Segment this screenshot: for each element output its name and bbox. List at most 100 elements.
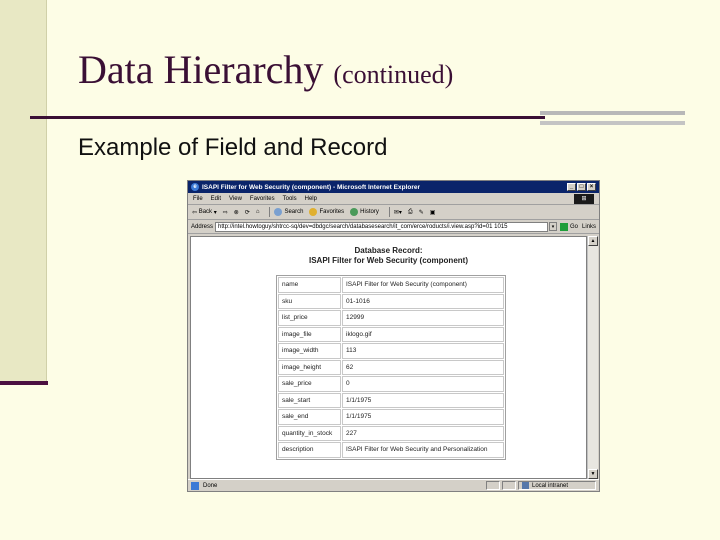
table-row: sale_price 0 bbox=[278, 376, 504, 392]
print-button[interactable]: ⎙ bbox=[408, 209, 413, 216]
table-row: sale_start 1/1/1975 bbox=[278, 392, 504, 408]
history-button[interactable]: History bbox=[350, 208, 379, 216]
security-zone: Local intranet bbox=[518, 481, 596, 490]
go-button[interactable]: Go bbox=[559, 222, 578, 231]
search-icon bbox=[274, 208, 283, 216]
page-done-icon bbox=[191, 481, 199, 490]
menu-bar: File Edit View Favorites Tools Help ⊞ bbox=[188, 193, 599, 205]
field-value-cell: ISAPI Filter for Web Security (component… bbox=[342, 277, 504, 293]
scroll-up-icon[interactable]: ▲ bbox=[588, 236, 598, 246]
security-zone-label: Local intranet bbox=[532, 482, 569, 489]
go-button-label: Go bbox=[569, 223, 578, 230]
history-icon bbox=[350, 208, 359, 216]
table-row: description ISAPI Filter for Web Security… bbox=[278, 442, 504, 458]
title-rule-accent bbox=[540, 111, 685, 115]
record-table: name ISAPI Filter for Web Security (compo… bbox=[276, 275, 506, 460]
back-button-label: Back bbox=[198, 209, 213, 215]
record-name: ISAPI Filter for Web Security (component… bbox=[309, 256, 468, 265]
address-input[interactable]: http://intel.howtoguy/shtrcc-sq/dev=dbdg… bbox=[215, 221, 548, 232]
page-content: Database Record: ISAPI Filter for Web Se… bbox=[190, 236, 587, 479]
search-button-label: Search bbox=[284, 209, 304, 215]
field-value-cell: 1/1/1975 bbox=[342, 392, 504, 408]
field-name-cell: sale_end bbox=[278, 409, 341, 425]
field-value-cell: 62 bbox=[342, 359, 504, 375]
menu-help[interactable]: Help bbox=[305, 196, 317, 202]
status-pane bbox=[486, 481, 500, 490]
back-dropdown-icon: ▾ bbox=[212, 209, 217, 216]
discuss-button[interactable]: ▣ bbox=[430, 209, 436, 216]
edit-button[interactable]: ✎ bbox=[419, 209, 424, 216]
forward-button[interactable]: ⇨ bbox=[223, 209, 228, 216]
discuss-icon: ▣ bbox=[429, 209, 436, 216]
field-name-cell: sale_start bbox=[278, 392, 341, 408]
left-decor-bar bbox=[0, 0, 47, 384]
left-decor-bar-base bbox=[0, 381, 48, 385]
maximize-button[interactable]: □ bbox=[577, 183, 586, 191]
field-name-cell: sku bbox=[278, 293, 341, 309]
menu-file[interactable]: File bbox=[193, 196, 203, 202]
history-button-label: History bbox=[360, 209, 379, 215]
menu-favorites[interactable]: Favorites bbox=[250, 196, 275, 202]
field-value-cell: 0 bbox=[342, 376, 504, 392]
windows-logo-icon: ⊞ bbox=[574, 193, 594, 204]
vertical-scrollbar[interactable]: ▲ ▼ bbox=[587, 236, 598, 479]
stop-icon: ⊗ bbox=[233, 209, 239, 216]
field-name-cell: image_width bbox=[278, 343, 341, 359]
browser-window: e ISAPI Filter for Web Security (compone… bbox=[187, 180, 600, 492]
go-arrow-icon bbox=[559, 222, 568, 231]
field-name-cell: sale_price bbox=[278, 376, 341, 392]
table-row: image_height 62 bbox=[278, 359, 504, 375]
address-bar: Address http://intel.howtoguy/shtrcc-sq/… bbox=[188, 220, 599, 234]
window-titlebar[interactable]: e ISAPI Filter for Web Security (compone… bbox=[188, 181, 599, 193]
toolbar-separator bbox=[388, 207, 390, 217]
refresh-button[interactable]: ⟳ bbox=[245, 209, 250, 216]
field-value-cell: ISAPI Filter for Web Security and Person… bbox=[342, 442, 504, 458]
favorites-button[interactable]: Favorites bbox=[309, 208, 344, 216]
links-button[interactable]: Links bbox=[582, 224, 596, 230]
field-value-cell: 01-1016 bbox=[342, 293, 504, 309]
home-icon: ⌂ bbox=[255, 209, 260, 215]
standard-toolbar: ⇦ Back ▾ ⇨ ⊗ ⟳ ⌂ Search Favorites Histor… bbox=[188, 205, 599, 220]
field-value-cell: 113 bbox=[342, 343, 504, 359]
address-dropdown-button[interactable]: ▾ bbox=[548, 222, 557, 231]
status-main: Done bbox=[191, 481, 484, 490]
slide-title: Data Hierarchy (continued) bbox=[78, 46, 453, 93]
title-rule-accent-lower bbox=[540, 121, 685, 125]
field-value-cell: 1/1/1975 bbox=[342, 409, 504, 425]
field-name-cell: description bbox=[278, 442, 341, 458]
mail-button[interactable]: ✉▾ bbox=[394, 209, 402, 216]
stop-button[interactable]: ⊗ bbox=[234, 209, 239, 216]
field-name-cell: list_price bbox=[278, 310, 341, 326]
status-text: Done bbox=[203, 482, 218, 489]
back-button[interactable]: ⇦ Back ▾ bbox=[192, 209, 217, 216]
menu-edit[interactable]: Edit bbox=[211, 196, 221, 202]
home-button[interactable]: ⌂ bbox=[256, 209, 260, 215]
table-row: quantity_in_stock 227 bbox=[278, 425, 504, 441]
table-row: image_file iklogo.gif bbox=[278, 326, 504, 342]
slide-title-suffix: (continued) bbox=[333, 60, 454, 89]
scroll-down-icon[interactable]: ▼ bbox=[588, 469, 598, 479]
favorites-button-label: Favorites bbox=[319, 209, 345, 215]
field-name-cell: image_file bbox=[278, 326, 341, 342]
field-name-cell: name bbox=[278, 277, 341, 293]
field-name-cell: image_height bbox=[278, 359, 341, 375]
search-button[interactable]: Search bbox=[274, 208, 303, 216]
close-button[interactable]: × bbox=[587, 183, 596, 191]
record-heading: Database Record: bbox=[354, 246, 423, 255]
address-label: Address bbox=[191, 223, 214, 230]
menu-tools[interactable]: Tools bbox=[283, 196, 297, 202]
slide-title-main: Data Hierarchy bbox=[78, 47, 324, 92]
forward-arrow-icon: ⇨ bbox=[222, 209, 228, 216]
status-pane bbox=[502, 481, 516, 490]
menu-view[interactable]: View bbox=[229, 196, 242, 202]
record-title: Database Record: ISAPI Filter for Web Se… bbox=[191, 246, 586, 266]
table-row: sale_end 1/1/1975 bbox=[278, 409, 504, 425]
back-arrow-icon: ⇦ bbox=[192, 209, 199, 216]
table-row: list_price 12999 bbox=[278, 310, 504, 326]
minimize-button[interactable]: _ bbox=[567, 183, 576, 191]
intranet-icon bbox=[522, 482, 529, 489]
slide-subtitle: Example of Field and Record bbox=[78, 134, 388, 161]
print-icon: ⎙ bbox=[407, 208, 413, 215]
field-value-cell: 227 bbox=[342, 425, 504, 441]
window-title: ISAPI Filter for Web Security (component… bbox=[202, 183, 421, 191]
